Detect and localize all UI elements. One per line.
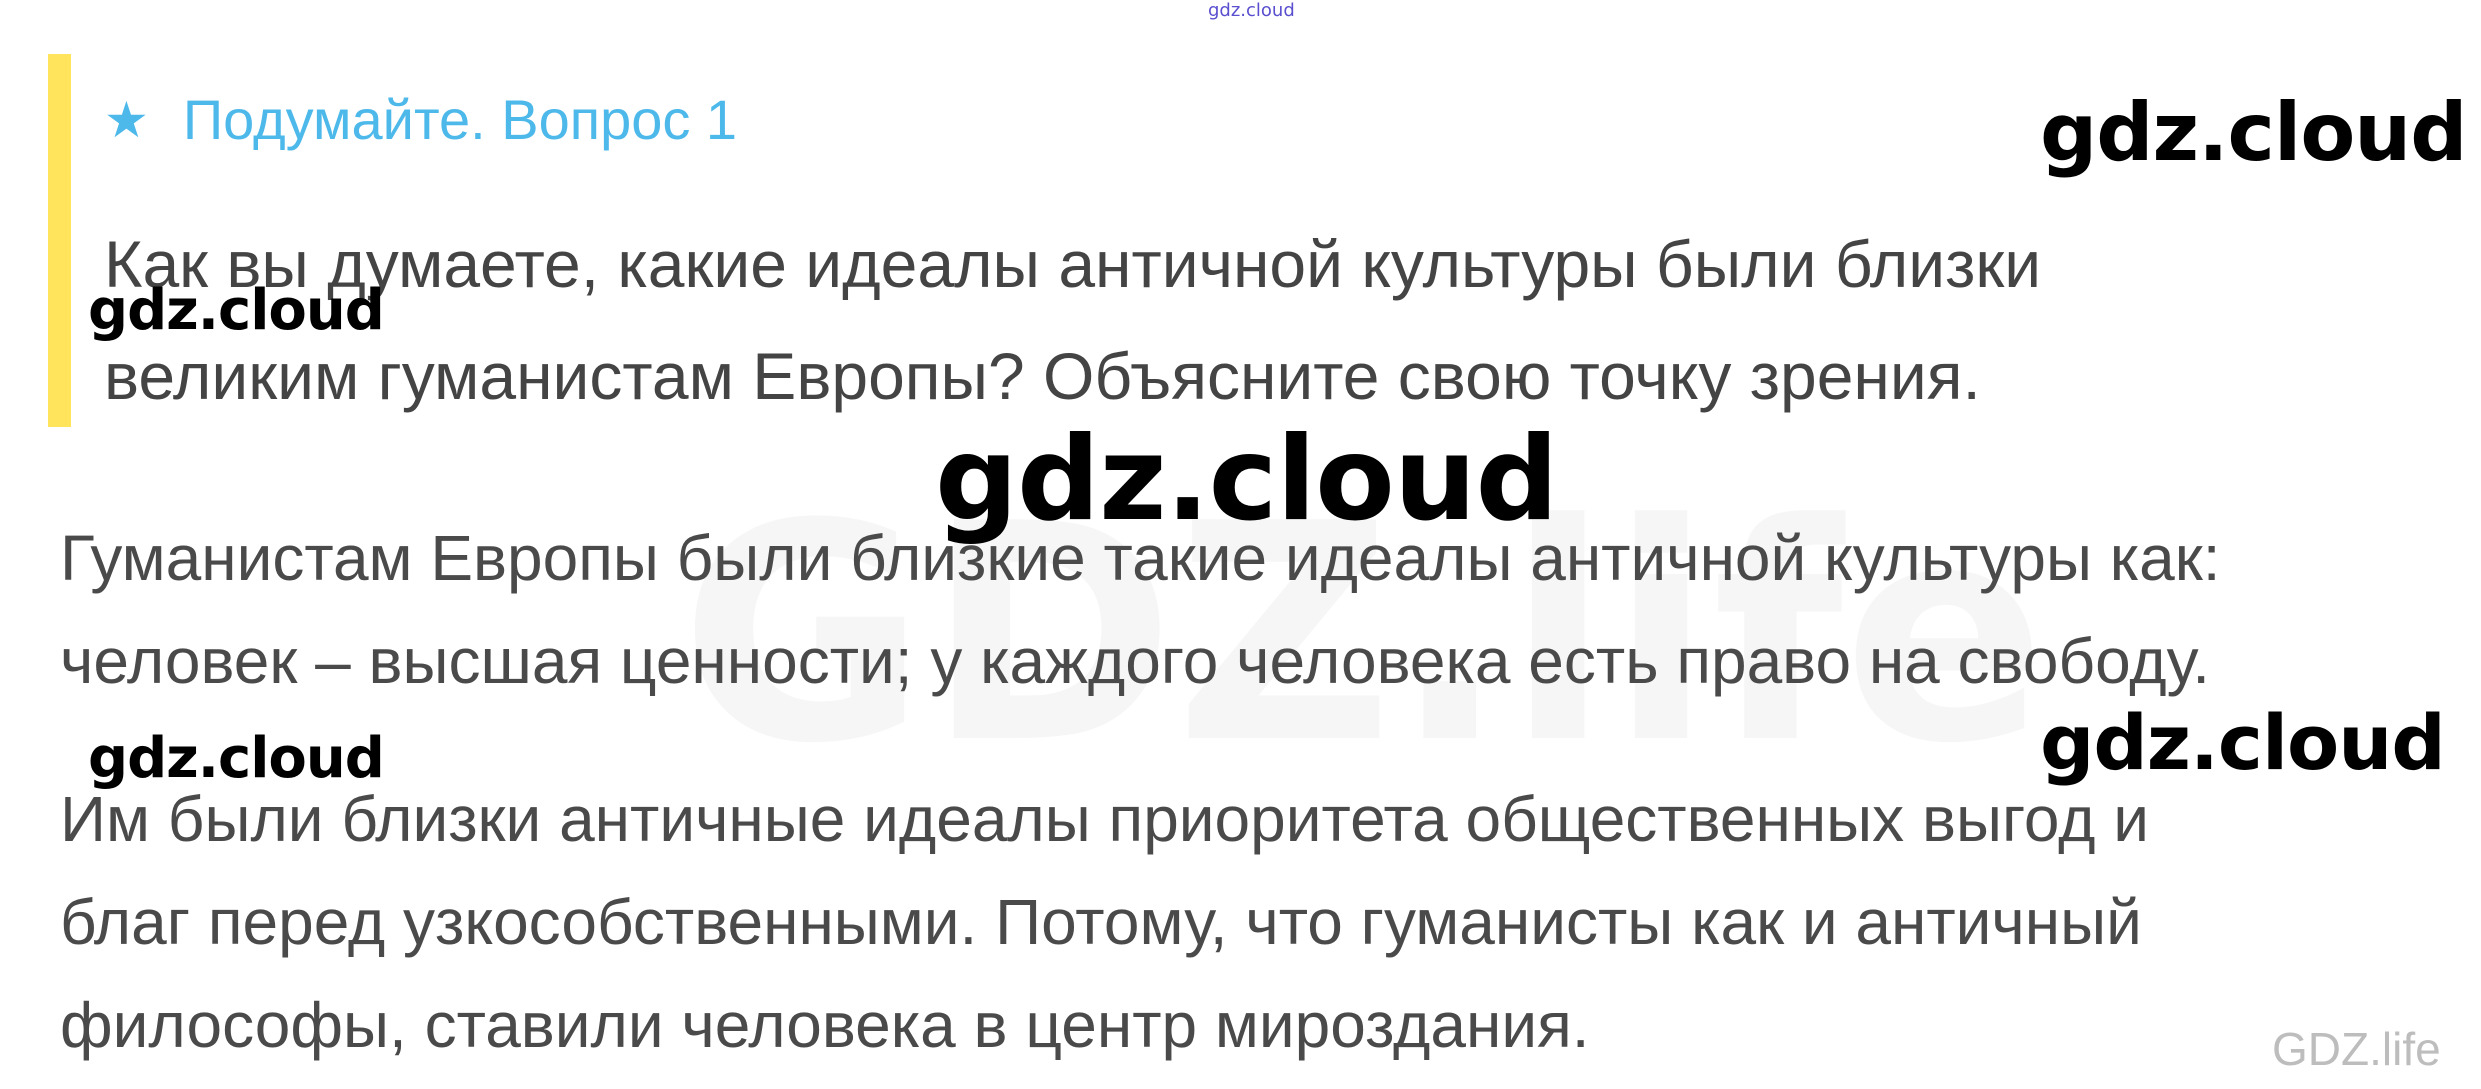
question-accent-bar — [48, 54, 71, 427]
watermark-left-upper: gdz.cloud — [88, 278, 385, 343]
watermark-right-lower: gdz.cloud — [2040, 698, 2446, 787]
answer-text: Гуманистам Европы были близкие такие иде… — [60, 507, 2440, 1077]
star-icon: ★ — [104, 91, 149, 149]
answer-line: благ перед узкособственными. Потому, что… — [60, 886, 2142, 958]
question-title: Подумайте. Вопрос 1 — [182, 88, 738, 151]
answer-line: философы, ставили человека в центр мироз… — [60, 989, 1590, 1061]
footer-brand: GDZ.life — [2272, 1023, 2441, 1075]
watermark-center: gdz.cloud — [935, 412, 1558, 547]
watermark-top-right: gdz.cloud — [2040, 86, 2468, 179]
question-header: ★ Подумайте. Вопрос 1 — [104, 92, 737, 148]
answer-paragraph: Им были близки античные идеалы приоритет… — [60, 768, 2440, 1077]
question-line: Как вы думаете, какие идеалы античной ку… — [104, 227, 2042, 301]
question-text: Как вы думаете, какие идеалы античной ку… — [104, 208, 2434, 432]
top-watermark: gdz.cloud — [1208, 0, 1295, 21]
watermark-left-lower: gdz.cloud — [88, 726, 385, 791]
